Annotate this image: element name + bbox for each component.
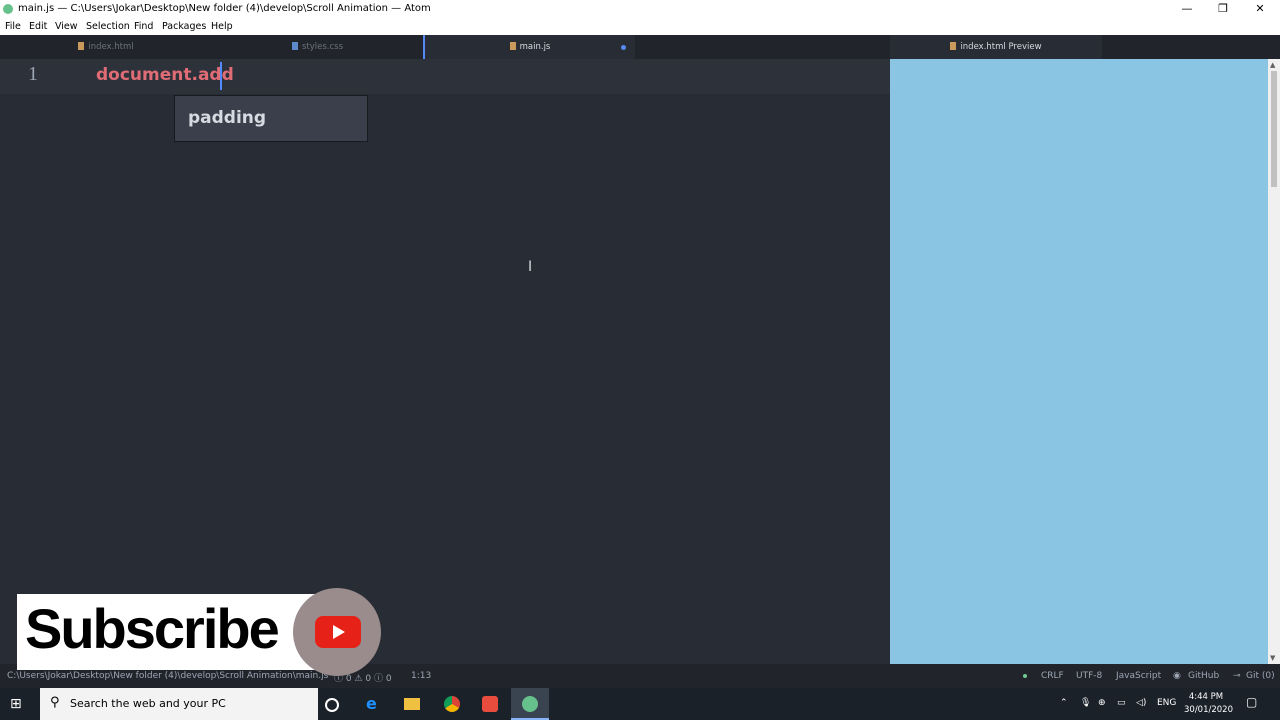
preview-scrollbar[interactable]: ▲ ▼ xyxy=(1268,59,1280,664)
minimize-button[interactable]: — xyxy=(1172,1,1202,17)
line-number: 1 xyxy=(28,63,38,85)
chrome-icon[interactable] xyxy=(444,696,460,712)
scroll-down-icon[interactable]: ▼ xyxy=(1270,654,1275,662)
restore-button[interactable]: ❐ xyxy=(1208,1,1238,17)
windows-start-icon[interactable]: ⊞ xyxy=(10,696,22,712)
tab-label: styles.css xyxy=(301,42,344,52)
youtube-subscribe-button[interactable] xyxy=(293,588,381,676)
language-indicator[interactable]: ENG xyxy=(1157,698,1176,708)
search-placeholder: Search the web and your PC xyxy=(70,697,226,710)
menu-file[interactable]: File xyxy=(5,21,21,32)
subscribe-banner[interactable]: Subscribe xyxy=(17,594,319,670)
volume-icon[interactable]: ◁) xyxy=(1136,698,1146,708)
grammar[interactable]: JavaScript xyxy=(1116,671,1161,681)
git-icon: ⊸ xyxy=(1233,671,1241,681)
subscribe-text: Subscribe xyxy=(25,597,280,660)
scrollbar-thumb[interactable] xyxy=(1271,71,1277,187)
modified-indicator-icon[interactable] xyxy=(621,45,626,50)
menu-find[interactable]: Find xyxy=(134,21,153,32)
scroll-up-icon[interactable]: ▲ xyxy=(1270,61,1275,69)
notifications-icon[interactable]: ▢ xyxy=(1246,695,1257,709)
tab-index-html[interactable]: index.html xyxy=(0,35,212,59)
html-file-icon xyxy=(950,42,957,50)
code-line[interactable]: document.add xyxy=(96,65,234,85)
window-title: main.js — C:\Users\Jokar\Desktop\New fol… xyxy=(18,3,431,14)
clock-time: 4:44 PM xyxy=(1188,692,1224,702)
active-app-highlight[interactable] xyxy=(511,688,549,720)
menu-selection[interactable]: Selection xyxy=(86,21,130,32)
file-path[interactable]: C:\Users\Jokar\Desktop\New folder (4)\de… xyxy=(7,671,333,681)
js-file-icon xyxy=(509,42,516,50)
github-icon: ◉ xyxy=(1173,671,1181,681)
tab-styles-css[interactable]: styles.css xyxy=(212,35,423,59)
tab-main-js[interactable]: main.js xyxy=(423,35,635,59)
tab-index-html-preview[interactable]: index.html Preview xyxy=(890,35,1102,59)
taskbar-search[interactable]: ⚲ Search the web and your PC xyxy=(40,688,318,720)
microphone-icon[interactable]: 🎙 xyxy=(1080,698,1091,708)
ibeam-cursor-icon: I xyxy=(528,259,533,275)
git-button[interactable]: Git (0) xyxy=(1246,671,1275,681)
tray-expand-icon[interactable]: ⌃ xyxy=(1060,698,1068,708)
menu-bar: File Edit View Selection Find Packages H… xyxy=(0,18,1280,35)
line-ending[interactable]: CRLF xyxy=(1041,671,1064,681)
file-explorer-icon[interactable] xyxy=(404,698,420,710)
tab-bar: index.html styles.css main.js xyxy=(0,35,890,59)
youtube-play-icon xyxy=(315,616,361,648)
edge-browser-icon[interactable]: e xyxy=(366,694,382,713)
github-button[interactable]: GitHub xyxy=(1188,671,1219,681)
menu-view[interactable]: View xyxy=(55,21,78,32)
atom-app-icon xyxy=(3,4,13,14)
autocomplete-suggestion[interactable]: padding xyxy=(188,108,266,128)
tab-label: main.js xyxy=(519,42,551,52)
close-button[interactable]: ✕ xyxy=(1245,1,1275,17)
tab-label: index.html xyxy=(88,42,134,52)
atom-taskbar-icon xyxy=(522,696,538,712)
menu-help[interactable]: Help xyxy=(211,21,233,32)
autocomplete-popup[interactable]: padding xyxy=(174,95,368,142)
search-icon: ⚲ xyxy=(50,695,60,710)
tab-label: index.html Preview xyxy=(960,42,1042,52)
menu-edit[interactable]: Edit xyxy=(29,21,47,32)
clock[interactable]: 4:44 PM 30/01/2020 xyxy=(1184,691,1233,717)
status-dot-icon xyxy=(1023,674,1027,678)
html-file-icon xyxy=(78,42,85,50)
css-file-icon xyxy=(291,42,298,50)
clock-date: 30/01/2020 xyxy=(1184,705,1233,715)
menu-packages[interactable]: Packages xyxy=(162,21,206,32)
battery-icon[interactable]: ▭ xyxy=(1117,698,1126,708)
preview-tab-bar: index.html Preview xyxy=(890,35,1280,59)
encoding[interactable]: UTF-8 xyxy=(1076,671,1102,681)
app-icon-red[interactable] xyxy=(482,696,498,712)
text-caret xyxy=(220,62,222,90)
network-icon[interactable]: ⊕ xyxy=(1098,698,1106,708)
windows-taskbar: ⊞ ⚲ Search the web and your PC e ⌃ 🎙 ⊕ ▭… xyxy=(0,688,1280,720)
title-bar: main.js — C:\Users\Jokar\Desktop\New fol… xyxy=(0,0,1280,18)
code-editor[interactable]: 1 document.add padding I xyxy=(0,59,890,664)
cursor-position[interactable]: 1:13 xyxy=(411,671,431,681)
cortana-icon[interactable] xyxy=(325,698,339,712)
html-preview-pane[interactable] xyxy=(890,59,1268,664)
